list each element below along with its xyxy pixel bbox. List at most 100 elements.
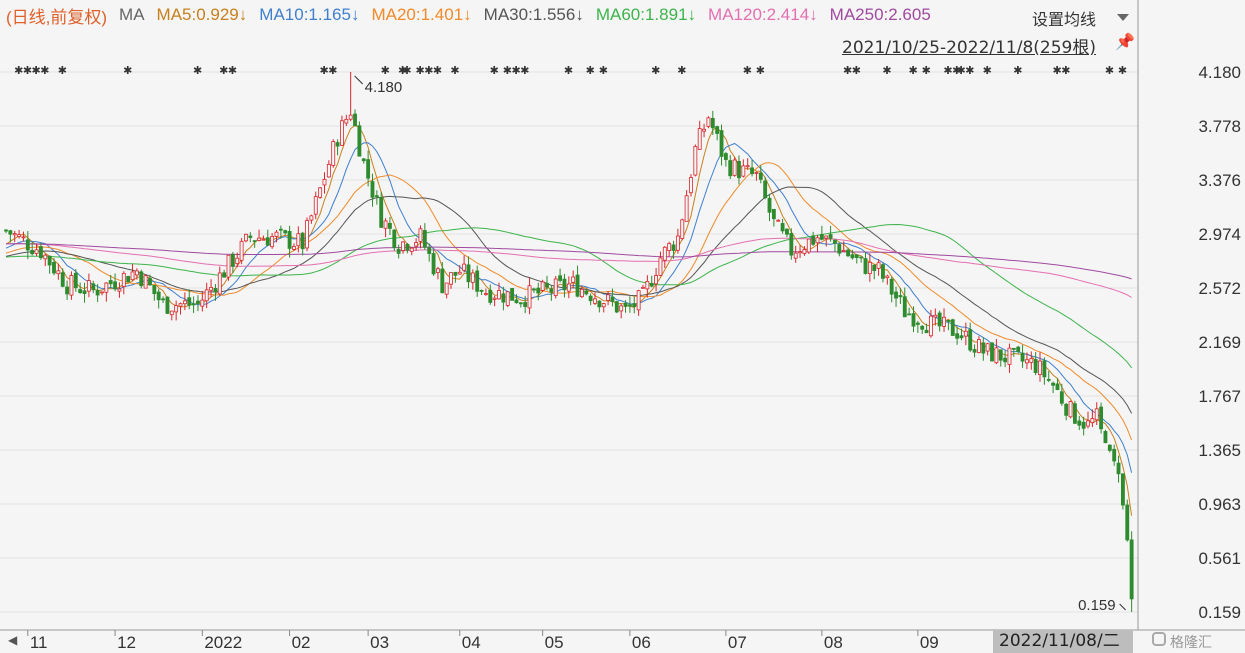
candle xyxy=(601,303,606,308)
event-marker: ✱ xyxy=(756,64,765,77)
candle xyxy=(361,158,366,162)
candle xyxy=(977,339,981,353)
candle xyxy=(139,271,144,287)
candle xyxy=(793,252,798,259)
candle xyxy=(675,235,680,251)
candle xyxy=(641,286,645,289)
candle xyxy=(409,247,414,252)
candle xyxy=(501,293,506,303)
candle xyxy=(819,234,824,240)
candle xyxy=(12,233,17,236)
candle xyxy=(25,239,30,251)
candle xyxy=(113,281,118,290)
event-marker: ✱ xyxy=(1061,64,1070,77)
candle xyxy=(627,304,632,307)
date-range[interactable]: 2021/10/25-2022/11/8(259根) xyxy=(842,33,1096,58)
event-marker: ✱ xyxy=(564,64,573,77)
candle xyxy=(527,285,532,309)
candle xyxy=(1099,406,1104,430)
candle xyxy=(811,235,816,245)
event-marker: ✱ xyxy=(123,64,132,77)
candle xyxy=(1020,352,1025,362)
watermark: 格隆汇 xyxy=(1170,634,1212,650)
event-marker: ✱ xyxy=(1013,64,1022,77)
chevron-down-icon[interactable] xyxy=(1117,14,1129,21)
candle xyxy=(1038,360,1042,376)
event-marker: ✱ xyxy=(922,64,931,77)
candle xyxy=(968,329,973,351)
y-tick-label: 3.778 xyxy=(1198,117,1241,136)
candle xyxy=(846,249,850,257)
event-marker: ✱ xyxy=(882,64,891,77)
ma-settings-button[interactable]: 设置均线 xyxy=(1032,6,1096,30)
candle xyxy=(575,274,580,297)
candle xyxy=(1011,347,1016,350)
candle xyxy=(470,272,475,283)
scroll-left-icon[interactable]: ◀ xyxy=(8,633,17,647)
candle xyxy=(130,271,135,281)
candle xyxy=(60,272,65,287)
candle xyxy=(86,280,91,292)
candle xyxy=(693,146,698,176)
kline-chart[interactable]: 4.180 3.778 3.376 2.974 2.572 2.169 1.767 1.365… xyxy=(0,0,1245,653)
candle xyxy=(134,270,139,276)
candle xyxy=(1116,462,1121,475)
candle xyxy=(488,289,493,303)
event-marker: ✱ xyxy=(381,64,390,77)
candle xyxy=(833,239,837,244)
candle xyxy=(680,219,685,239)
event-marker: ✱ xyxy=(599,64,608,77)
x-tick-label: 09 xyxy=(920,633,939,652)
event-marker: ✱ xyxy=(402,64,411,77)
candle xyxy=(658,257,663,276)
candle xyxy=(196,300,200,304)
x-tick-label: 02 xyxy=(292,633,311,652)
candle xyxy=(1077,420,1082,426)
candle xyxy=(606,294,611,301)
event-marker: ✱ xyxy=(965,64,974,77)
candle xyxy=(261,238,266,241)
candle xyxy=(767,197,772,213)
x-tick-label: 11 xyxy=(30,633,48,652)
candle xyxy=(924,329,929,334)
candle xyxy=(911,313,916,327)
candle xyxy=(732,159,737,176)
candle xyxy=(702,128,706,132)
candle xyxy=(1112,448,1117,462)
candle xyxy=(889,278,894,295)
candle xyxy=(994,347,999,364)
candle xyxy=(1125,504,1130,541)
candle xyxy=(34,249,39,254)
candle xyxy=(326,163,331,178)
candle xyxy=(414,242,419,247)
candle xyxy=(881,264,885,279)
candle xyxy=(1081,421,1086,429)
candle xyxy=(457,271,462,275)
event-marker: ✱ xyxy=(520,64,529,77)
candle xyxy=(737,160,741,179)
candle xyxy=(536,287,541,294)
y-tick-label: 0.561 xyxy=(1198,549,1241,568)
candle xyxy=(754,171,759,174)
candle xyxy=(723,153,728,160)
candle xyxy=(1068,401,1073,418)
candle xyxy=(959,335,964,339)
candle xyxy=(654,275,659,285)
candle xyxy=(117,288,122,292)
pin-icon[interactable]: 📌 xyxy=(1115,32,1135,52)
candle xyxy=(38,246,43,259)
y-tick-label: 2.169 xyxy=(1198,333,1241,352)
candle xyxy=(126,276,131,283)
candle xyxy=(313,196,318,215)
y-tick-label: 2.974 xyxy=(1198,225,1241,244)
candle xyxy=(405,243,410,251)
candle xyxy=(514,299,519,304)
candle xyxy=(933,314,938,318)
candle xyxy=(566,283,571,292)
candle xyxy=(619,305,624,312)
event-marker: ✱ xyxy=(40,64,49,77)
ma20-value: MA20:1.401↓ xyxy=(371,5,472,24)
candle xyxy=(283,230,288,234)
event-marker: ✱ xyxy=(908,64,917,77)
candle xyxy=(4,229,8,232)
